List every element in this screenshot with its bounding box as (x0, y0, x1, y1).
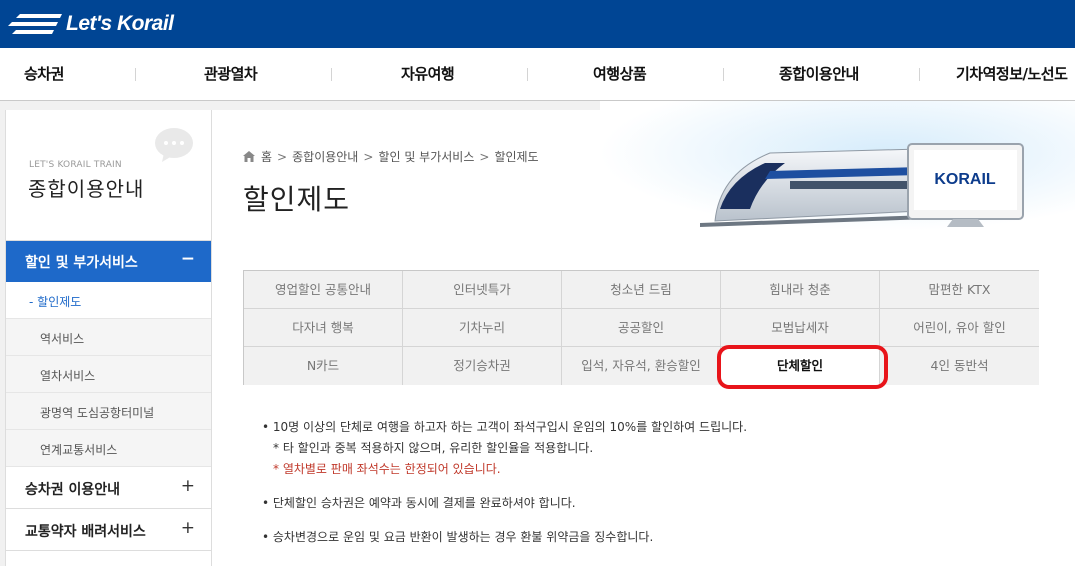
breadcrumb-sep: > (363, 149, 374, 164)
breadcrumb-guide[interactable]: 종합이용안내 (292, 148, 358, 165)
sidebar-title: 종합이용안내 (28, 177, 145, 201)
page-title: 할인제도 (243, 183, 351, 216)
tab-multi-child[interactable]: 다자녀 행복 (244, 309, 403, 347)
sidebar-menu-label: 승차권 이용안내 (25, 482, 121, 498)
sidebar-sub-item-connecting-transport[interactable]: 연계교통서비스 (6, 430, 211, 467)
sidebar-header: LET'S KORAIL TRAIN 종합이용안내 (6, 110, 211, 241)
content-bullet-3: • 승차변경으로 운임 및 요금 반환이 발생하는 경우 환불 위약금을 징수합… (262, 530, 654, 544)
gnb-divider (527, 68, 528, 81)
breadcrumb-home[interactable]: 홈 (261, 148, 272, 165)
gnb-station-info[interactable]: 기차역정보/노선도 (956, 48, 1068, 101)
tab-group-discount[interactable]: 단체할인 (721, 347, 880, 385)
sidebar-sub-item-label: 역서비스 (40, 332, 85, 346)
tab-cheer-up-youth[interactable]: 힘내라 청춘 (721, 271, 880, 309)
sidebar-subtitle: LET'S KORAIL TRAIN (29, 160, 122, 170)
hero-train-illustration: KORAIL (600, 101, 1075, 231)
tab-child-infant[interactable]: 어린이, 유아 할인 (880, 309, 1039, 347)
sidebar-menu-label: 할인 및 부가서비스 (25, 255, 138, 271)
gnb-tickets[interactable]: 승차권 (24, 48, 64, 101)
sidebar: LET'S KORAIL TRAIN 종합이용안내 할인 및 부가서비스 − -… (5, 110, 212, 566)
speech-bubble-icon (155, 128, 193, 162)
content-note-2: * 열차별로 판매 좌석수는 한정되어 있습니다. (273, 462, 501, 476)
breadcrumb-current: 할인제도 (494, 150, 539, 164)
logo-text: Let's Korail (66, 12, 174, 35)
gnb-divider (919, 68, 920, 81)
content-bullet-2: • 단체할인 승차권은 예약과 동시에 결제를 완료하셔야 합니다. (262, 496, 576, 510)
tab-family-seat[interactable]: 4인 동반석 (880, 347, 1039, 385)
collapse-icon[interactable]: − (181, 249, 195, 269)
tab-model-taxpayer[interactable]: 모범납세자 (721, 309, 880, 347)
breadcrumb: 홈 > 종합이용안내 > 할인 및 부가서비스 > 할인제도 (243, 148, 539, 165)
sidebar-menu-discounts[interactable]: 할인 및 부가서비스 − (6, 241, 211, 282)
sidebar-menu-label: 교통약자 배려서비스 (25, 524, 146, 540)
content-bullet-1: • 10명 이상의 단체로 여행을 하고자 하는 고객이 좌석구입시 운임의 1… (262, 420, 748, 434)
sidebar-sub-item-airport-terminal[interactable]: 광명역 도심공항터미널 (6, 393, 211, 430)
expand-icon[interactable]: + (181, 518, 195, 538)
tab-season-ticket[interactable]: 정기승차권 (403, 347, 562, 385)
gnb-divider (331, 68, 332, 81)
discount-tabs: 영업할인 공통안내 인터넷특가 청소년 드림 힘내라 청춘 맘편한 KTX 다자… (243, 270, 1039, 385)
korail-logo[interactable]: Let's Korail (6, 9, 174, 39)
tab-n-card[interactable]: N카드 (244, 347, 403, 385)
tab-gicha-nuri[interactable]: 기차누리 (403, 309, 562, 347)
sidebar-sub-item-label: 연계교통서비스 (40, 443, 118, 457)
breadcrumb-sep: > (277, 149, 288, 164)
sidebar-sub-item-discount-system[interactable]: - 할인제도 (6, 282, 211, 319)
korail-logo-icon (8, 14, 62, 34)
current-marker: - (29, 295, 34, 309)
sidebar-menu-ticket-guide[interactable]: 승차권 이용안내 + (6, 467, 211, 509)
sidebar-sub-item-text: 할인제도 (37, 295, 82, 309)
sidebar-sub-item-label: - 할인제도 (29, 293, 81, 310)
content-note-1: * 타 할인과 중복 적용하지 않으며, 유리한 할인율을 적용합니다. (273, 441, 594, 455)
tab-internet-special[interactable]: 인터넷특가 (403, 271, 562, 309)
gnb-tour-trains[interactable]: 관광열차 (204, 48, 258, 101)
expand-icon[interactable]: + (181, 476, 195, 496)
tab-public-discount[interactable]: 공공할인 (562, 309, 721, 347)
sidebar-sub-item-label: 열차서비스 (40, 369, 96, 383)
sidebar-sub-item-station-service[interactable]: 역서비스 (6, 319, 211, 356)
sidebar-sub-item-train-service[interactable]: 열차서비스 (6, 356, 211, 393)
sidebar-sub-item-label: 광명역 도심공항터미널 (40, 406, 155, 420)
gnb-divider (135, 68, 136, 81)
top-bar: Let's Korail (0, 0, 1075, 48)
gnb-guide[interactable]: 종합이용안내 (779, 48, 859, 101)
tab-comfy-ktx[interactable]: 맘편한 KTX (880, 271, 1039, 309)
gnb-travel-products[interactable]: 여행상품 (593, 48, 647, 101)
breadcrumb-sep: > (479, 149, 490, 164)
global-nav: 승차권 관광열차 자유여행 여행상품 종합이용안내 기차역정보/노선도 (0, 48, 1075, 101)
sidebar-menu-partial[interactable] (6, 551, 211, 566)
tab-youth-dream[interactable]: 청소년 드림 (562, 271, 721, 309)
gnb-free-travel[interactable]: 자유여행 (401, 48, 455, 101)
home-icon[interactable] (243, 151, 255, 162)
hero-korail-logo: KORAIL (934, 171, 996, 188)
tab-common-guide[interactable]: 영업할인 공통안내 (244, 271, 403, 309)
breadcrumb-discounts[interactable]: 할인 및 부가서비스 (378, 148, 474, 165)
gnb-divider (723, 68, 724, 81)
sidebar-menu-accessibility[interactable]: 교통약자 배려서비스 + (6, 509, 211, 551)
tab-standing-transfer[interactable]: 입석, 자유석, 환승할인 (562, 347, 721, 385)
